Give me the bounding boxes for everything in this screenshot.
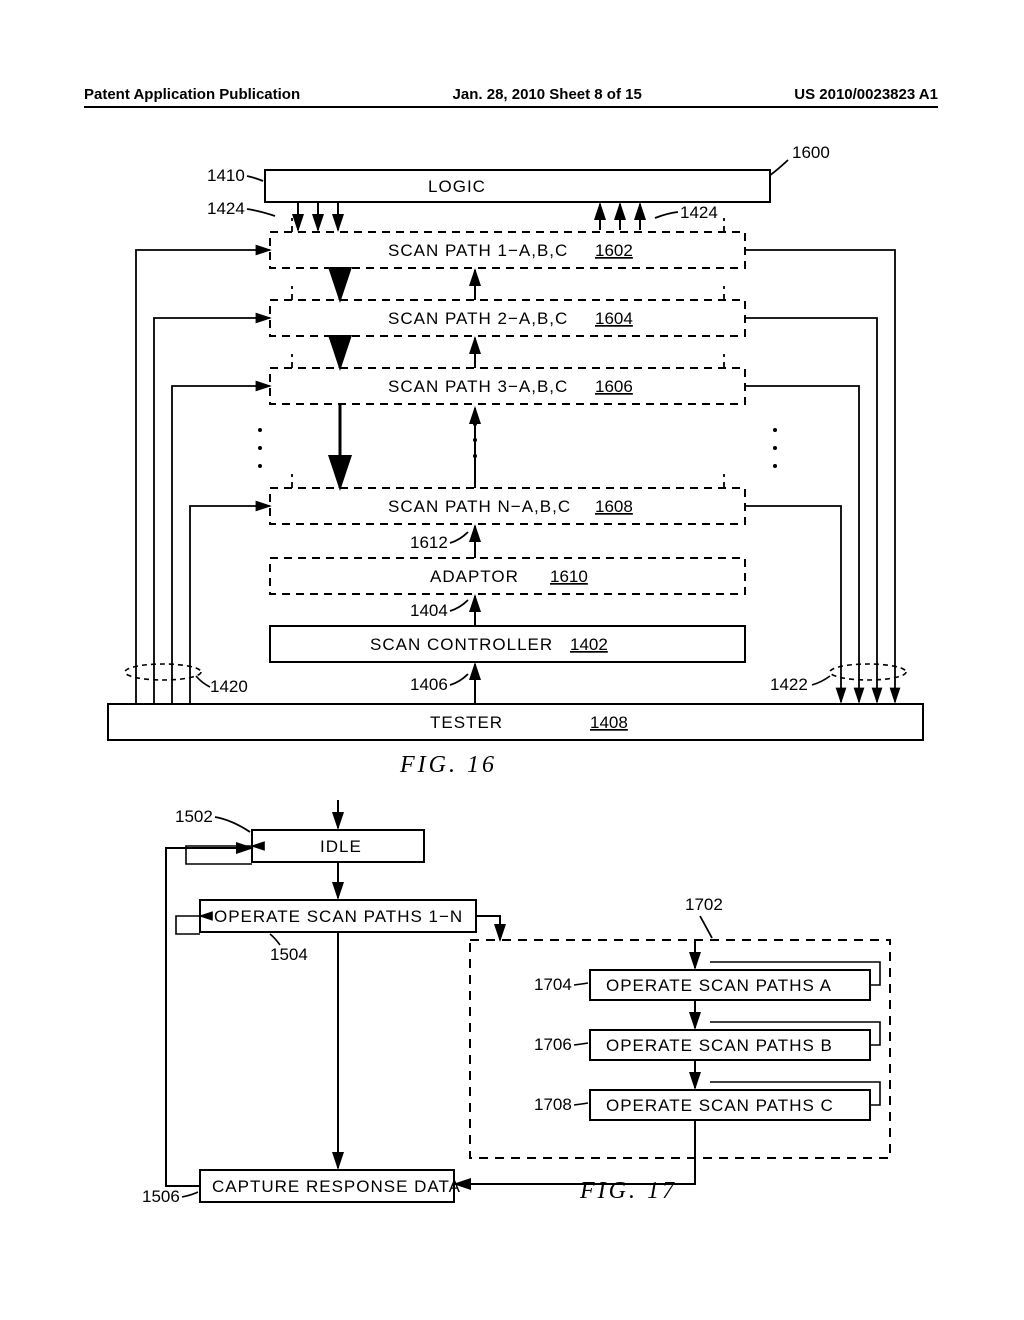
label-scanpath-n: SCAN PATH N−A,B,C <box>388 497 571 516</box>
label-idle: IDLE <box>320 837 362 856</box>
label-adaptor: ADAPTOR <box>430 567 519 586</box>
ref-1504: 1504 <box>270 945 308 964</box>
ref-1410: 1410 <box>207 166 245 185</box>
label-scanpath-1: SCAN PATH 1−A,B,C <box>388 241 568 260</box>
ref-1702: 1702 <box>685 895 723 914</box>
ref-1404: 1404 <box>410 601 448 620</box>
label-scanpath-2: SCAN PATH 2−A,B,C <box>388 309 568 328</box>
ref-1408: 1408 <box>590 713 628 732</box>
ref-1424a: 1424 <box>207 199 245 218</box>
ref-1406: 1406 <box>410 675 448 694</box>
ref-1612: 1612 <box>410 533 448 552</box>
ref-1600: 1600 <box>792 143 830 162</box>
label-logic: LOGIC <box>428 177 486 196</box>
label-capture: CAPTURE RESPONSE DATA <box>212 1177 461 1196</box>
ref-1608: 1608 <box>595 497 633 516</box>
ref-1708: 1708 <box>534 1095 572 1114</box>
ref-1610: 1610 <box>550 567 588 586</box>
ref-1422: 1422 <box>770 675 808 694</box>
label-scan-controller: SCAN CONTROLLER <box>370 635 553 654</box>
ref-1704: 1704 <box>534 975 572 994</box>
label-scanpath-3: SCAN PATH 3−A,B,C <box>388 377 568 396</box>
ref-1420: 1420 <box>210 677 248 696</box>
ref-1424b: 1424 <box>680 203 718 222</box>
fig16-title: FIG. 16 <box>399 752 497 778</box>
label-tester: TESTER <box>430 713 503 732</box>
figure-17: IDLE 1502 OPERATE SCAN PATHS 1−N 1504 17… <box>142 800 890 1206</box>
ref-1502: 1502 <box>175 807 213 826</box>
figure-16: 1600 LOGIC 1410 1424 1424 SCAN PATH 1−A,… <box>108 143 923 778</box>
label-operate-1n: OPERATE SCAN PATHS 1−N <box>214 907 463 926</box>
ref-1706: 1706 <box>534 1035 572 1054</box>
label-operate-c: OPERATE SCAN PATHS C <box>606 1096 834 1115</box>
label-operate-a: OPERATE SCAN PATHS A <box>606 976 832 995</box>
box-tester <box>108 704 923 740</box>
label-operate-b: OPERATE SCAN PATHS B <box>606 1036 833 1055</box>
ref-1506: 1506 <box>142 1187 180 1206</box>
ref-1604: 1604 <box>595 309 633 328</box>
box-logic <box>265 170 770 202</box>
ref-1602: 1602 <box>595 241 633 260</box>
figure-canvas: 1600 LOGIC 1410 1424 1424 SCAN PATH 1−A,… <box>0 0 1024 1320</box>
fig17-title: FIG. 17 <box>579 1178 677 1204</box>
ref-1606: 1606 <box>595 377 633 396</box>
ref-1402: 1402 <box>570 635 608 654</box>
